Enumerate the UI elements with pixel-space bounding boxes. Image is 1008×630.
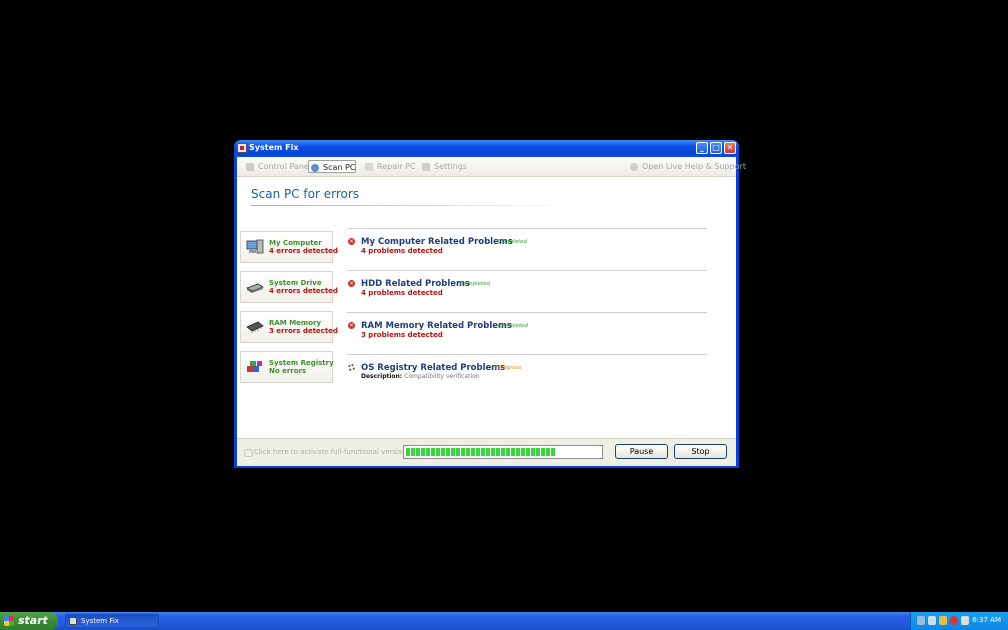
problem-count: 4 problems detected xyxy=(361,289,443,297)
tab-label: Scan PC xyxy=(323,163,356,172)
category-ram-memory[interactable]: RAM Memory 3 errors detected xyxy=(240,311,338,343)
category-status: 4 errors detected xyxy=(269,287,338,295)
tab-repair-pc[interactable]: Repair PC xyxy=(363,160,416,173)
category-name: RAM Memory xyxy=(269,319,322,327)
minimize-button[interactable]: _ xyxy=(696,142,708,154)
network-icon[interactable] xyxy=(917,616,925,625)
taskbar: start System Fix 6:37 AM xyxy=(0,612,1008,630)
category-name: System Drive xyxy=(269,279,322,287)
volume-icon[interactable] xyxy=(939,616,947,625)
tab-label: Control Panel xyxy=(258,162,312,171)
pause-button[interactable]: Pause xyxy=(615,444,668,459)
clock: 6:37 AM xyxy=(972,616,1001,624)
problem-description: Description: Compatibility verification xyxy=(361,373,480,380)
activate-link[interactable]: Click here to activate full-functional v… xyxy=(244,448,407,457)
key-icon xyxy=(244,449,253,457)
tab-scan-pc[interactable]: Scan PC xyxy=(308,160,356,173)
start-button[interactable]: start xyxy=(0,612,58,630)
error-icon: × xyxy=(348,238,355,245)
computer-icon xyxy=(246,239,264,254)
category-name: My Computer xyxy=(269,239,322,247)
problem-state: Completed xyxy=(497,239,527,245)
row-divider xyxy=(347,312,707,313)
scan-icon xyxy=(311,164,319,172)
title-bar[interactable]: System Fix _ □ ✕ xyxy=(234,140,739,157)
description-label: Description: xyxy=(361,373,403,380)
settings-icon xyxy=(422,163,430,171)
problem-title: My Computer Related Problems xyxy=(361,237,513,247)
stop-button[interactable]: Stop xyxy=(674,444,727,459)
activate-label: Click here to activate full-functional v… xyxy=(254,448,407,456)
scan-progress-bar xyxy=(403,445,603,459)
row-divider xyxy=(347,270,707,271)
hard-drive-icon xyxy=(246,283,264,293)
tab-label: Repair PC xyxy=(377,162,416,171)
row-divider xyxy=(347,228,707,229)
client-area: Control Panel Scan PC Repair PC Settings… xyxy=(237,157,746,466)
category-my-computer[interactable]: My Computer 4 errors detected xyxy=(240,231,338,263)
app-icon xyxy=(69,617,77,625)
tab-control-panel[interactable]: Control Panel xyxy=(244,160,311,173)
taskbar-item-system-fix[interactable]: System Fix xyxy=(65,614,159,628)
category-name: System Registry xyxy=(269,359,334,367)
help-label: Open Live Help & Support xyxy=(642,162,746,171)
heading-divider xyxy=(251,205,581,206)
control-panel-icon xyxy=(246,163,254,171)
category-status: 3 errors detected xyxy=(269,327,338,335)
category-status: 4 errors detected xyxy=(269,247,338,255)
row-divider xyxy=(347,354,707,355)
display-icon[interactable] xyxy=(928,616,936,625)
close-button[interactable]: ✕ xyxy=(724,142,736,154)
description-value: Compatibility verification xyxy=(404,373,480,380)
system-tray: 6:37 AM xyxy=(910,612,1008,630)
bottom-bar: Click here to activate full-functional v… xyxy=(237,438,736,466)
memory-chip-icon xyxy=(246,321,264,333)
repair-icon xyxy=(365,163,373,171)
page-title: Scan PC for errors xyxy=(251,187,360,201)
start-label: start xyxy=(18,614,48,627)
problem-title: RAM Memory Related Problems xyxy=(361,321,512,331)
app-icon xyxy=(237,143,247,153)
security-alert-icon[interactable] xyxy=(950,616,958,625)
category-status: No errors xyxy=(269,367,307,375)
task-label: System Fix xyxy=(81,617,119,625)
error-icon: × xyxy=(348,280,355,287)
loading-spinner-icon xyxy=(348,364,355,371)
maximize-button[interactable]: □ xyxy=(710,142,722,154)
help-support-link[interactable]: Open Live Help & Support xyxy=(628,160,746,173)
problem-state: Completed xyxy=(460,281,490,287)
error-icon: × xyxy=(348,322,355,329)
problem-title: HDD Related Problems xyxy=(361,279,470,289)
problem-count: 4 problems detected xyxy=(361,247,443,255)
problem-state: In Progress xyxy=(491,365,522,371)
problem-state: Completed xyxy=(498,323,528,329)
help-icon xyxy=(630,163,638,171)
problem-title: OS Registry Related Problems xyxy=(361,363,506,373)
registry-cubes-icon xyxy=(247,361,262,372)
category-system-drive[interactable]: System Drive 4 errors detected xyxy=(240,271,338,303)
tab-label: Settings xyxy=(434,162,467,171)
window-title: System Fix xyxy=(249,143,299,152)
system-fix-window: System Fix _ □ ✕ Control Panel Scan PC R… xyxy=(234,140,746,468)
toolbar: Control Panel Scan PC Repair PC Settings… xyxy=(237,157,746,177)
tab-settings[interactable]: Settings xyxy=(420,160,467,173)
problem-count: 3 problems detected xyxy=(361,331,443,339)
category-system-registry[interactable]: System Registry No errors xyxy=(240,351,334,383)
windows-flag-icon xyxy=(4,616,14,626)
system-fix-tray-icon[interactable] xyxy=(961,616,969,625)
progress-fill xyxy=(406,448,556,456)
